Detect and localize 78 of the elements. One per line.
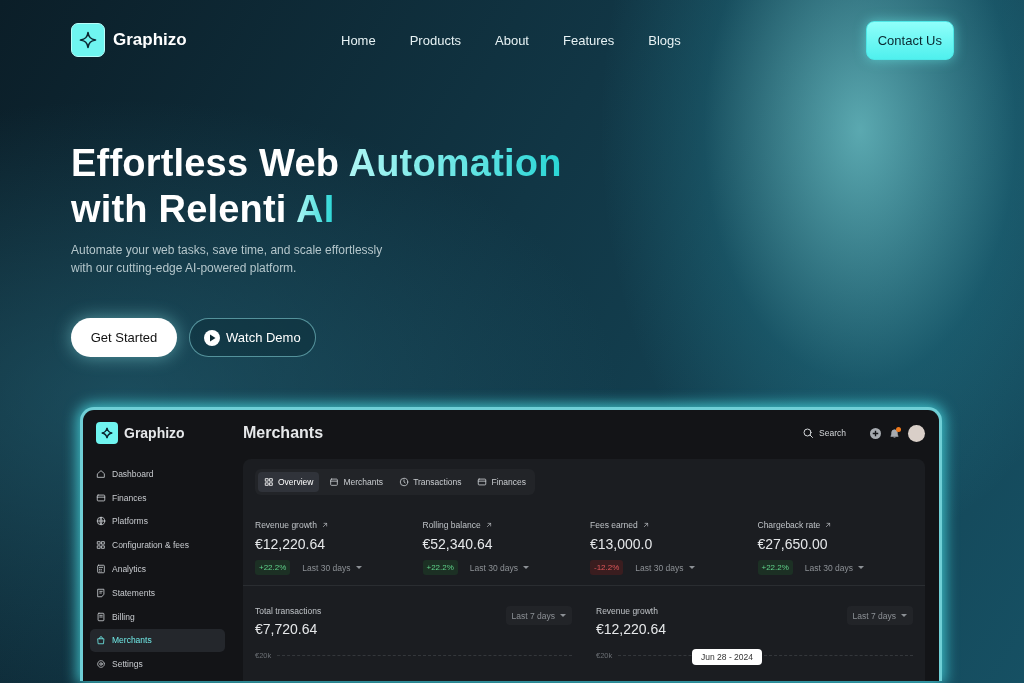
chart-value: €12,220.64 [596, 621, 667, 637]
chart-value: €7,720.64 [255, 621, 319, 637]
stat-label: Chargeback rate [757, 520, 821, 530]
wallet-icon [477, 477, 488, 487]
caret-icon [523, 566, 530, 569]
sidebar-item[interactable]: Finances [90, 485, 225, 510]
bag-icon [96, 635, 106, 646]
search-field[interactable]: Search [802, 427, 846, 439]
hero-subtitle: Automate your web tasks, save time, and scale effortlessly with our cutting-edge AI-powered platform. [71, 242, 384, 277]
nav-link[interactable]: About [495, 32, 529, 48]
grid-icon [96, 540, 106, 551]
caret-icon [688, 566, 695, 569]
nav-link[interactable]: Features [563, 32, 615, 48]
get-started-button[interactable]: Get Started [71, 318, 177, 357]
hero-headline: Effortless Web Automation with Relenti AI [71, 141, 562, 232]
grid-icon [264, 477, 274, 487]
tab[interactable]: Finances [471, 472, 532, 492]
sidebar-item[interactable]: Platforms [90, 509, 225, 534]
caret-icon [858, 566, 865, 569]
arrow-icon [484, 521, 493, 529]
arrow-icon [320, 521, 329, 529]
calculator-icon [96, 564, 106, 575]
period-dropdown[interactable]: Last 30 days [804, 562, 865, 573]
search-icon [802, 427, 815, 439]
sidebar-item[interactable]: Configuration & fees [90, 533, 225, 558]
period-dropdown[interactable]: Last 30 days [469, 562, 530, 573]
logo-icon [96, 422, 118, 444]
chart-label: Revenue growth [596, 606, 659, 616]
logo-icon [71, 23, 105, 57]
tab[interactable]: Transactions [393, 472, 468, 492]
chart-tooltip: Jun 28 - 2024 [692, 649, 762, 665]
sidebar-item[interactable]: Dashboard [90, 462, 225, 486]
contact-button[interactable]: Contact Us [865, 20, 954, 60]
watch-demo-button[interactable]: Watch Demo [189, 318, 316, 357]
arrow-icon [824, 521, 833, 529]
play-icon [204, 329, 220, 346]
sidebar-item[interactable]: Settings [90, 652, 225, 677]
page-title: Merchants [243, 424, 325, 442]
caret-icon [560, 614, 566, 617]
change-badge: +22.2% [422, 560, 458, 575]
avatar[interactable] [908, 424, 925, 442]
nav-link[interactable]: Products [409, 32, 461, 48]
sidebar-item[interactable]: Analytics [90, 557, 225, 581]
period-dropdown[interactable]: Last 30 days [635, 562, 695, 573]
tab[interactable]: Overview [258, 472, 320, 492]
caret-icon [355, 566, 362, 569]
globe-icon [96, 516, 106, 527]
period-dropdown[interactable]: Last 7 days [846, 606, 913, 625]
change-badge: +22.2% [255, 560, 291, 575]
period-dropdown[interactable]: Last 7 days [505, 606, 572, 625]
caret-icon [901, 614, 907, 617]
bell-icon[interactable] [889, 427, 900, 439]
change-badge: -12.2% [590, 560, 624, 575]
nav-link[interactable]: Home [341, 32, 376, 48]
stat-value: €13,000.0 [590, 536, 654, 552]
tab[interactable]: Merchants [323, 472, 390, 492]
period-dropdown[interactable]: Last 30 days [302, 562, 362, 573]
sidebar-item[interactable]: Statements [90, 581, 225, 605]
clock-icon [399, 477, 410, 487]
arrow-icon [641, 521, 650, 529]
chart-label: Total transactions [255, 606, 322, 616]
nav-link[interactable]: Blogs [648, 32, 681, 48]
stat-value: €52,340.64 [422, 536, 494, 552]
stat-value: €12,220.64 [255, 536, 327, 552]
document-icon [96, 587, 106, 598]
brand-name: Graphizo [124, 425, 185, 441]
receipt-icon [96, 611, 106, 622]
stat-label: Fees earned [590, 520, 638, 530]
stat-label: Rolling balance [422, 520, 481, 530]
house-icon [96, 468, 106, 479]
sidebar-item[interactable]: Billing [90, 604, 225, 629]
brand-name: Graphizo [113, 30, 187, 50]
wallet-icon [96, 492, 106, 503]
stat-label: Revenue growth [255, 520, 317, 530]
change-badge: +22.2% [757, 560, 793, 575]
stat-value: €27,650.00 [757, 536, 829, 552]
plus-icon[interactable] [870, 427, 881, 439]
sidebar-item[interactable]: Merchants [90, 628, 225, 653]
